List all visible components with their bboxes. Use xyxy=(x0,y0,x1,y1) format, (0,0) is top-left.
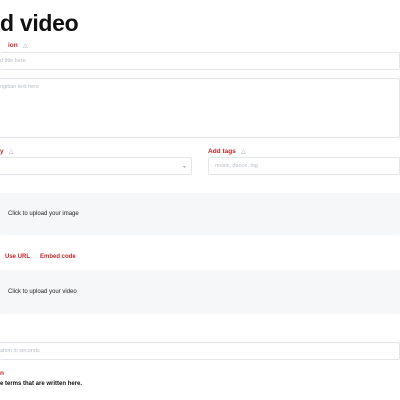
video-upload-area[interactable]: Click to upload your video xyxy=(0,270,400,314)
tags-input[interactable]: music, dance, log xyxy=(208,157,400,175)
info-icon: △ xyxy=(8,148,14,155)
tab-embed-code[interactable]: Embed code xyxy=(40,254,76,260)
tags-label-text: Add tags xyxy=(208,148,236,155)
video-upload-label: Click to upload your video xyxy=(8,289,77,295)
category-label: y △ xyxy=(0,148,15,156)
tags-placeholder: music, dance, log xyxy=(215,163,258,169)
description-label-text: ion xyxy=(8,42,18,49)
terms-label: n xyxy=(0,370,4,377)
description-label: ion △ xyxy=(8,42,29,50)
image-upload-area[interactable]: Click to upload your image xyxy=(0,193,400,235)
tags-label: Add tags △ xyxy=(208,148,247,156)
terms-text: e terms that are written here. xyxy=(0,381,83,387)
info-icon: △ xyxy=(241,148,246,155)
duration-input[interactable]: ation in seconds xyxy=(0,342,400,360)
upload-video-form: d video ion △ d title here rigitian text… xyxy=(0,0,400,400)
description-input[interactable]: d title here xyxy=(0,52,400,70)
page-title: d video xyxy=(0,10,79,36)
chevron-down-icon: ⌄ xyxy=(181,163,187,170)
category-label-text: y xyxy=(0,148,4,155)
body-placeholder: rigitian text here xyxy=(0,84,40,90)
category-select[interactable]: ⌄ xyxy=(0,157,192,175)
image-upload-label: Click to upload your image xyxy=(8,211,79,217)
tab-use-url[interactable]: Use URL xyxy=(5,254,30,260)
duration-placeholder: ation in seconds xyxy=(0,348,40,354)
body-textarea[interactable]: rigitian text here xyxy=(0,78,400,138)
description-placeholder: d title here xyxy=(0,58,26,64)
info-icon: △ xyxy=(22,42,28,49)
